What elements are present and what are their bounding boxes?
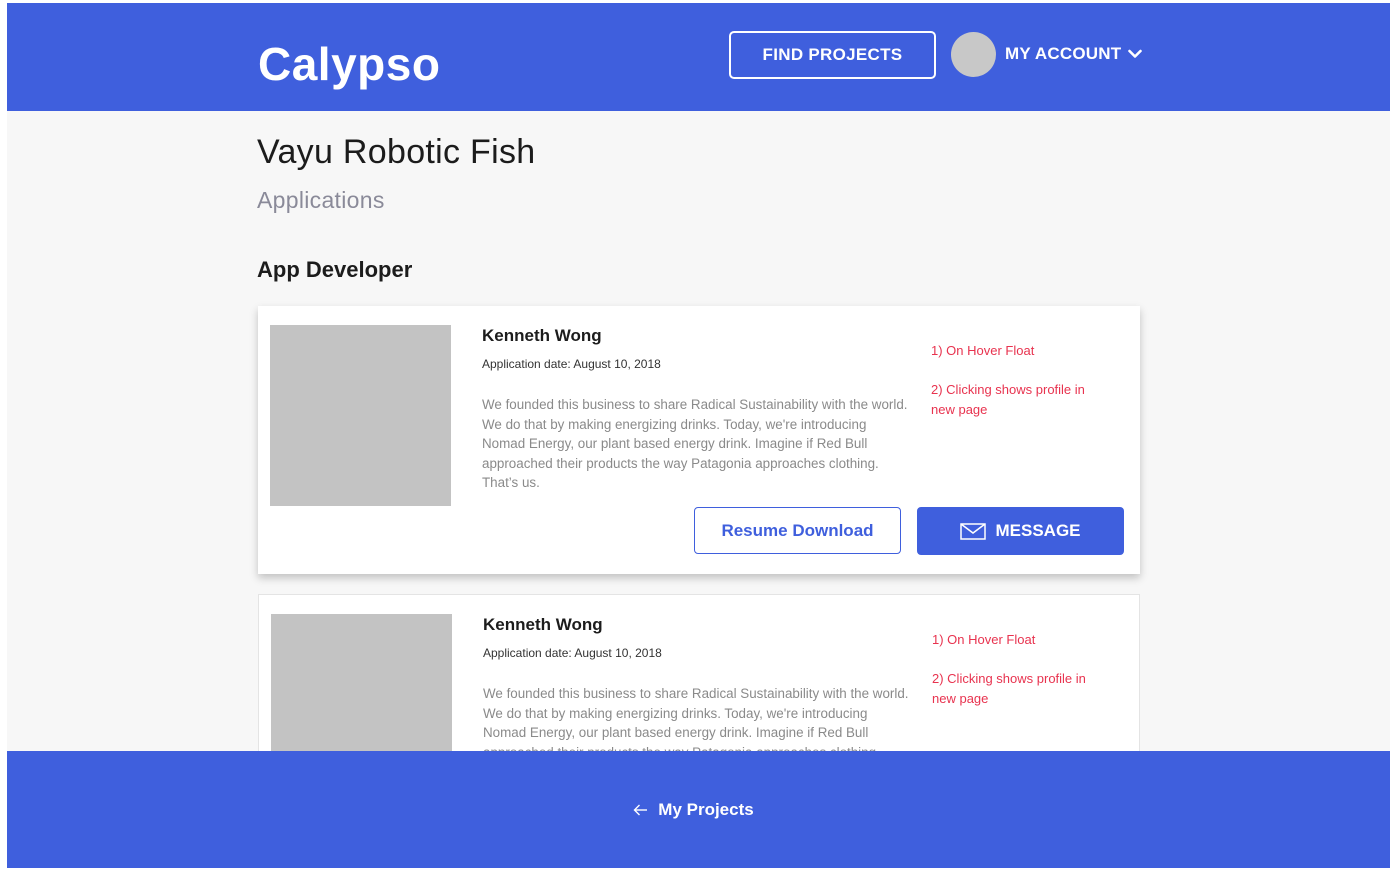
annotation-note: 1) On Hover Float xyxy=(931,343,1035,358)
my-account-menu[interactable]: MY ACCOUNT xyxy=(951,31,1143,77)
back-to-my-projects-link[interactable]: My Projects xyxy=(633,800,754,820)
my-account-label[interactable]: MY ACCOUNT xyxy=(1005,44,1121,64)
applicant-name[interactable]: Kenneth Wong xyxy=(483,615,603,635)
app-frame: Calypso FIND PROJECTS MY ACCOUNT Vayu Ro… xyxy=(7,3,1390,868)
resume-download-button[interactable]: Resume Download xyxy=(694,507,901,554)
avatar[interactable] xyxy=(951,31,996,77)
find-projects-button[interactable]: FIND PROJECTS xyxy=(729,31,936,79)
mail-icon xyxy=(960,522,987,540)
message-button[interactable]: MESSAGE xyxy=(917,507,1124,555)
applicant-description: We founded this business to share Radica… xyxy=(482,397,908,491)
annotation-note: 2) Clicking shows profile in new page xyxy=(931,382,1085,417)
project-title: Vayu Robotic Fish xyxy=(257,133,536,171)
page-subtitle: Applications xyxy=(257,187,385,213)
chevron-down-icon[interactable] xyxy=(1128,49,1143,59)
top-navigation-bar: Calypso FIND PROJECTS MY ACCOUNT xyxy=(7,3,1390,111)
application-date: Application date: August 10, 2018 xyxy=(482,357,661,371)
annotation-note: 2) Clicking shows profile in new page xyxy=(932,671,1086,706)
arrow-left-icon xyxy=(633,804,648,816)
application-card[interactable]: Kenneth Wong Application date: August 10… xyxy=(258,306,1140,574)
applicant-name[interactable]: Kenneth Wong xyxy=(482,326,602,346)
logo[interactable]: Calypso xyxy=(258,37,440,91)
application-date: Application date: August 10, 2018 xyxy=(483,646,662,660)
applicant-photo-placeholder[interactable] xyxy=(270,325,451,506)
message-button-label: MESSAGE xyxy=(995,521,1081,540)
back-link-label[interactable]: My Projects xyxy=(658,800,753,820)
bottom-bar: My Projects xyxy=(7,751,1390,868)
role-heading: App Developer xyxy=(257,257,413,282)
annotation-note: 1) On Hover Float xyxy=(932,632,1036,647)
